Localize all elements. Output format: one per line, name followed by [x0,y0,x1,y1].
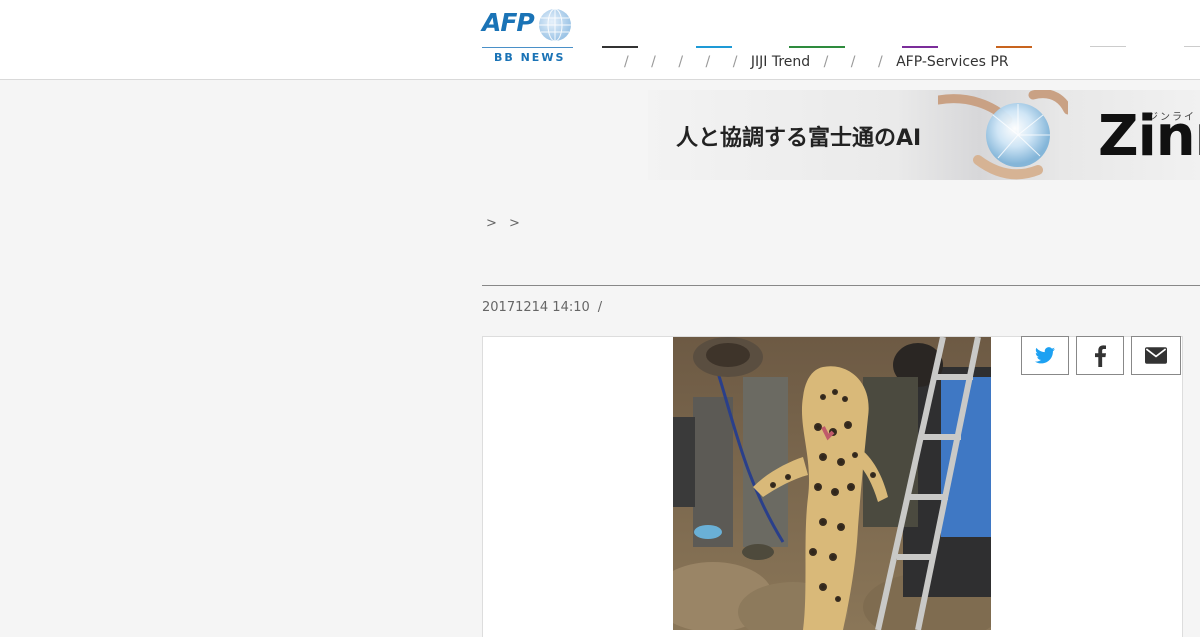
ad-headline: 人と協調する富士通のAI [676,126,922,151]
nav-bar-6 [1090,46,1126,47]
ad-banner[interactable]: 人と協調する富士通のAI ジンライ Zinr [648,90,1200,180]
breadcrumb[interactable]: > > [486,216,524,231]
article-date: 20171214 14:10 [482,300,590,315]
nav-separator: / [651,54,656,70]
nav-separator: / [678,54,684,70]
site-header: AFP BB NEWS / / / / / JIJI Trend / / / A… [0,0,1200,80]
nav-item-afp-services-pr[interactable]: AFP-Services PR [896,54,1008,70]
main-nav: / / / / / JIJI Trend / / / AFP-Services … [600,54,1009,72]
share-facebook-button[interactable] [1076,336,1124,375]
share-email-button[interactable] [1131,336,1181,375]
article-photo[interactable] [673,337,991,630]
nav-bar-4 [902,46,938,48]
ad-brand-logo: Zinr [1098,104,1200,169]
nav-bar-1 [602,46,638,48]
twitter-icon [1035,347,1055,364]
ad-orb-image [938,90,1068,180]
article-meta: 20171214 14:10 / [482,300,602,315]
nav-separator: / [732,54,738,70]
nav-bar-7 [1184,46,1200,47]
nav-item-jiji-trend[interactable]: JIJI Trend [751,54,810,70]
share-twitter-button[interactable] [1021,336,1069,375]
site-logo[interactable]: AFP BB NEWS [482,8,574,64]
logo-brand: AFP [482,8,535,37]
leopard-rescue-image [673,337,991,630]
nav-separator: / [823,54,829,70]
nav-separator: / [624,54,629,70]
nav-separator: / [850,54,856,70]
nav-bar-3 [789,46,845,48]
logo-subtitle: BB NEWS [494,51,566,64]
email-icon [1145,347,1167,364]
nav-separator: / [877,54,883,70]
meta-separator: / [597,300,603,315]
facebook-icon [1094,344,1106,367]
globe-icon [539,8,571,42]
title-divider [482,285,1200,286]
nav-bar-5 [996,46,1032,48]
nav-bar-2 [696,46,732,48]
nav-separator: / [705,54,711,70]
logo-divider [482,47,573,48]
